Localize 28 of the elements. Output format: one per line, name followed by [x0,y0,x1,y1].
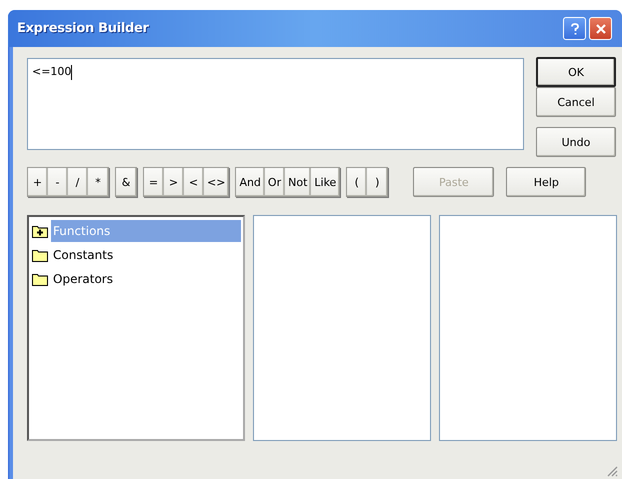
operator-button[interactable]: ) [367,168,388,196]
dialog-button[interactable]: OK [536,57,616,87]
resize-grip-icon[interactable] [606,465,618,477]
operator-button[interactable]: ( [347,168,368,196]
tree-item[interactable]: Constants [51,244,116,266]
operator-button[interactable]: - [48,168,68,196]
help-button[interactable]: Help [506,167,586,197]
operator-button[interactable]: * [88,168,108,196]
operator-button[interactable]: > [164,168,184,196]
operator-button[interactable]: & [116,168,136,196]
expression-text: <=100 [32,65,72,78]
operator-button[interactable]: < [184,168,204,196]
operator-button[interactable]: And [236,168,265,196]
close-icon[interactable] [589,17,612,40]
dialog-button[interactable]: Cancel [536,87,616,117]
operator-button[interactable]: Or [264,168,286,196]
help-icon[interactable] [563,17,586,40]
operator-button[interactable]: Not [285,168,312,196]
dialog-button[interactable]: Undo [536,127,616,157]
operator-button[interactable]: = [144,168,164,196]
operator-button[interactable]: Like [311,168,340,196]
category-tree[interactable]: Functions Constants Operators [27,215,245,441]
window-title: Expression Builder [17,21,150,36]
tree-item[interactable]: Operators [51,268,115,290]
operator-button[interactable]: <> [204,168,228,196]
operator-button[interactable]: / [68,168,88,196]
operator-button[interactable]: + [28,168,48,196]
expression-field[interactable]: <=100 [27,58,524,150]
